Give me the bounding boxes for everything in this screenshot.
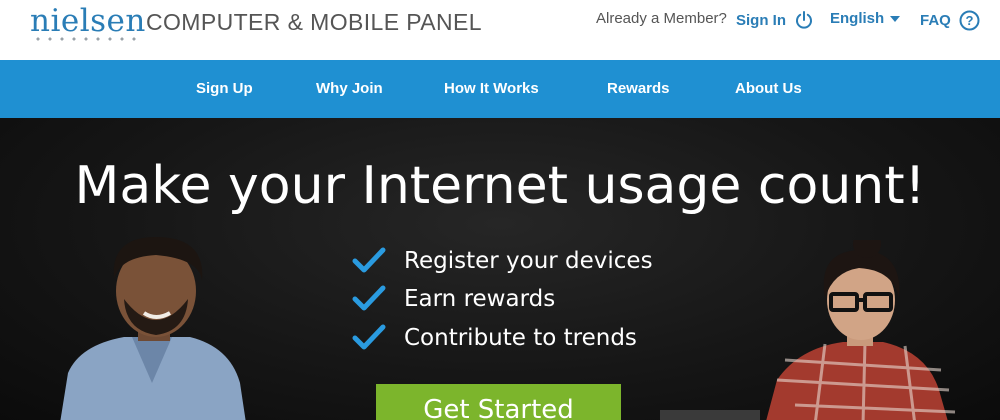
nav-item-sign-up[interactable]: Sign Up	[196, 60, 253, 118]
nielsen-logo[interactable]: nielsen	[30, 3, 146, 41]
nav-item-why-join[interactable]: Why Join	[316, 60, 383, 118]
nav-item-how-it-works[interactable]: How It Works	[444, 60, 539, 118]
checkmark-icon	[352, 285, 386, 313]
benefit-text: Earn rewards	[404, 286, 556, 312]
man-photo	[60, 237, 246, 420]
sign-in-label: Sign In	[736, 11, 786, 29]
panel-title: COMPUTER & MOBILE PANEL	[146, 9, 482, 35]
laptop-shape	[660, 410, 760, 420]
sign-in-link[interactable]: Sign In	[736, 10, 814, 30]
hero-title: Make your Internet usage count!	[74, 156, 926, 216]
benefit-text: Register your devices	[404, 248, 653, 274]
nav-item-rewards[interactable]: Rewards	[607, 60, 670, 118]
power-icon	[794, 10, 814, 30]
checkmark-icon	[352, 324, 386, 352]
benefit-item: Earn rewards	[352, 284, 555, 314]
logo-text: nielsen	[30, 3, 146, 39]
nav-item-about-us[interactable]: About Us	[735, 60, 802, 118]
benefit-text: Contribute to trends	[404, 325, 637, 351]
question-circle-icon: ?	[959, 10, 980, 31]
get-started-button[interactable]: Get Started	[376, 384, 621, 420]
logo-dots	[32, 37, 140, 41]
benefit-item: Contribute to trends	[352, 323, 637, 353]
main-nav: Sign Up Why Join How It Works Rewards Ab…	[0, 60, 1000, 118]
already-member-text: Already a Member?	[596, 10, 727, 27]
language-select[interactable]: English	[830, 10, 901, 27]
benefit-item: Register your devices	[352, 246, 653, 276]
caret-down-icon	[889, 14, 901, 24]
site-header: nielsen COMPUTER & MOBILE PANEL Already …	[0, 0, 1000, 58]
svg-text:?: ?	[965, 13, 973, 28]
checkmark-icon	[352, 247, 386, 275]
faq-link[interactable]: FAQ ?	[920, 10, 980, 31]
woman-photo	[766, 240, 956, 420]
hero-banner: Make your Internet usage count! Register…	[0, 118, 1000, 420]
language-label: English	[830, 10, 885, 27]
faq-label: FAQ	[920, 12, 951, 29]
